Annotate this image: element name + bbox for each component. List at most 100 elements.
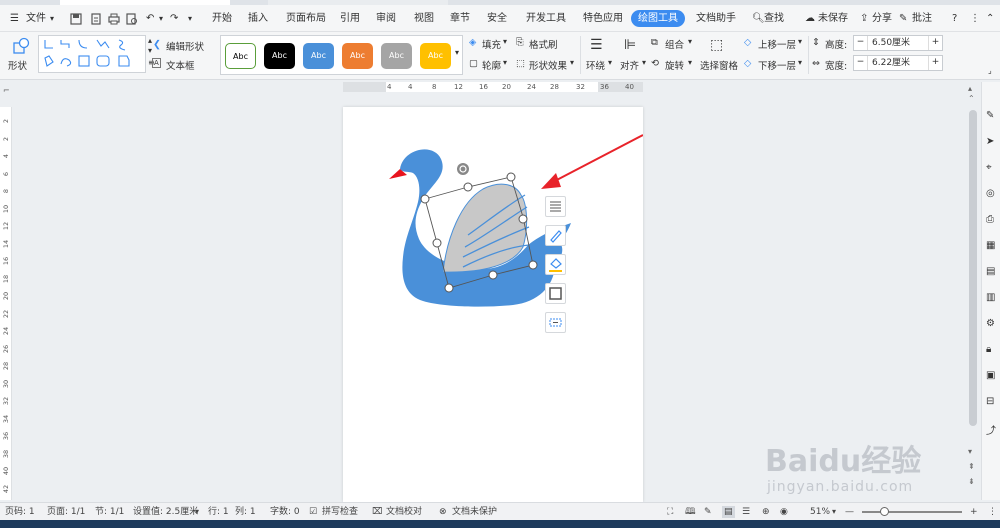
tab-references[interactable]: 引用 — [340, 11, 360, 27]
rotate-dropdown-icon[interactable]: ▾ — [688, 58, 692, 67]
window-icon[interactable]: ⊟ — [986, 396, 998, 408]
outline-button[interactable]: 轮廓 — [482, 58, 501, 72]
scroll-thumb[interactable] — [969, 110, 977, 426]
width-input[interactable]: 6.22厘米 — [872, 57, 910, 70]
gallery-scroll-up-icon[interactable]: ▴ — [148, 36, 152, 45]
protect-status[interactable]: 文档未保护 — [452, 506, 497, 518]
shapes-icon[interactable] — [12, 37, 30, 55]
lock-icon[interactable]: 🔒︎ — [986, 344, 998, 356]
picture-icon[interactable]: ▣ — [986, 370, 998, 382]
eye-protect-icon[interactable]: ◉ — [780, 506, 788, 518]
status-dropdown-icon[interactable]: ▾ — [195, 506, 199, 518]
undo-icon[interactable]: ↶ — [146, 11, 154, 27]
web-view-icon[interactable]: ⊕ — [762, 506, 770, 518]
align-button[interactable]: 对齐 — [620, 58, 639, 72]
zoom-slider-thumb[interactable] — [880, 507, 889, 516]
wrap-button[interactable]: 环绕 — [586, 58, 605, 72]
shape-effects-button[interactable]: 形状效果 — [529, 58, 567, 72]
zoom-in-button[interactable]: + — [970, 506, 978, 518]
rotate-button[interactable]: 旋转 — [665, 58, 684, 72]
layout-options-button[interactable] — [545, 196, 566, 217]
width-increment-button[interactable]: + — [928, 56, 942, 70]
gallery-scroll-down-icon[interactable]: ▾ — [148, 46, 152, 55]
style-preset-6[interactable]: Abc — [420, 43, 451, 69]
share-panel-icon[interactable]: ⤴ — [986, 422, 998, 437]
location-icon[interactable]: ⌖ — [986, 162, 998, 174]
scroll-top-icon[interactable]: ⌃ — [968, 94, 975, 103]
comment-button[interactable]: 批注 — [912, 11, 932, 27]
help-icon[interactable]: ? — [952, 11, 957, 27]
style-preset-5[interactable]: Abc — [381, 43, 412, 69]
edit-mode-icon[interactable]: ✎ — [704, 506, 712, 518]
print-icon[interactable] — [108, 13, 120, 25]
tab-insert[interactable]: 插入 — [248, 11, 268, 27]
tab-review[interactable]: 审阅 — [376, 11, 396, 27]
shape-gallery[interactable] — [38, 35, 146, 73]
status-word-count[interactable]: 字数: 0 — [270, 506, 300, 518]
unsaved-button[interactable]: 未保存 — [818, 11, 848, 27]
outline-dropdown-icon[interactable]: ▾ — [503, 58, 507, 67]
tab-special[interactable]: 特色应用 — [583, 11, 623, 27]
height-stepper[interactable]: − 6.50厘米 + — [853, 35, 943, 51]
tab-developer[interactable]: 开发工具 — [526, 11, 566, 27]
style-panel-icon[interactable]: ✎ — [986, 110, 998, 122]
zoom-dropdown-icon[interactable]: ▾ — [832, 506, 836, 518]
vertical-scrollbar[interactable]: ▴ ⌃ ▾ ⇞ ⇟ — [965, 82, 981, 500]
send-backward-dropdown-icon[interactable]: ▾ — [798, 58, 802, 67]
redo-icon[interactable]: ↷ — [170, 11, 178, 27]
fill-style-button[interactable] — [545, 254, 566, 275]
style-gallery-more-icon[interactable]: ▾ — [455, 48, 459, 57]
outline-view-icon[interactable]: ☰ — [742, 506, 750, 518]
file-menu[interactable]: 文件 — [26, 11, 46, 27]
shapes-panel-icon[interactable]: ◎ — [986, 188, 998, 200]
style-preset-2[interactable]: Abc — [264, 43, 295, 69]
table-icon[interactable]: ▦ — [986, 240, 998, 252]
ruler-corner-icon[interactable]: ⌐ — [3, 86, 10, 95]
swan-drawing[interactable] — [343, 107, 643, 502]
horizontal-ruler[interactable]: 4 4 8 12 16 20 24 28 32 36 40 — [343, 82, 643, 92]
group-button[interactable]: 组合 — [665, 37, 684, 51]
ribbon-options-icon[interactable]: ⌟ — [988, 66, 992, 75]
select-icon[interactable]: ➤ — [986, 136, 998, 148]
style-preset-1[interactable]: Abc — [225, 43, 256, 69]
document-page[interactable] — [343, 107, 643, 502]
share-button[interactable]: 分享 — [872, 11, 892, 27]
fill-dropdown-icon[interactable]: ▾ — [503, 37, 507, 46]
style-preset-3[interactable]: Abc — [303, 43, 334, 69]
scroll-up-icon[interactable]: ▴ — [968, 84, 972, 93]
save-icon[interactable] — [70, 13, 82, 25]
chevron-down-icon[interactable]: ▾ — [50, 11, 54, 27]
fullscreen-icon[interactable]: ⛶ — [667, 506, 673, 518]
wrap-dropdown-icon[interactable]: ▾ — [608, 58, 612, 67]
selection-pane-button[interactable]: 选择窗格 — [700, 58, 738, 72]
collapse-ribbon-icon[interactable]: ⌃ — [986, 11, 994, 27]
outline-style-button[interactable] — [545, 225, 566, 246]
status-more-icon[interactable]: ⋮ — [988, 506, 997, 518]
vertical-ruler[interactable]: 2246810121416182022242628303234363840424… — [0, 107, 12, 510]
tab-assistant[interactable]: 文档助手 — [696, 11, 736, 27]
height-increment-button[interactable]: + — [928, 36, 942, 50]
tab-security[interactable]: 安全 — [487, 11, 507, 27]
shape-effect-button[interactable] — [545, 283, 566, 304]
next-page-icon[interactable]: ⇟ — [968, 477, 975, 486]
tab-chapter[interactable]: 章节 — [450, 11, 470, 27]
settings-icon[interactable]: ⚙ — [986, 318, 998, 330]
tab-page-layout[interactable]: 页面布局 — [286, 11, 326, 27]
tab-home[interactable]: 开始 — [212, 11, 232, 27]
undo-dropdown-icon[interactable]: ▾ — [159, 11, 163, 27]
zoom-level[interactable]: 51% — [810, 506, 830, 518]
align-dropdown-icon[interactable]: ▾ — [642, 58, 646, 67]
fill-button[interactable]: 填充 — [482, 37, 501, 51]
page-view-icon[interactable]: ▤ — [722, 506, 735, 518]
tab-drawing-tools[interactable]: 绘图工具 — [631, 10, 685, 27]
reading-mode-icon[interactable]: 🕮︎ — [685, 506, 696, 518]
zoom-out-button[interactable]: — — [845, 506, 854, 518]
format-brush-button[interactable]: 格式刷 — [529, 37, 558, 51]
text-wrap-button[interactable] — [545, 312, 566, 333]
send-backward-button[interactable]: 下移一层 — [758, 58, 796, 72]
textbox-button[interactable]: 文本框 — [166, 58, 195, 72]
style-preset-4[interactable]: Abc — [342, 43, 373, 69]
width-decrement-button[interactable]: − — [854, 56, 868, 70]
export-pdf-icon[interactable] — [90, 13, 102, 25]
group-dropdown-icon[interactable]: ▾ — [688, 37, 692, 46]
